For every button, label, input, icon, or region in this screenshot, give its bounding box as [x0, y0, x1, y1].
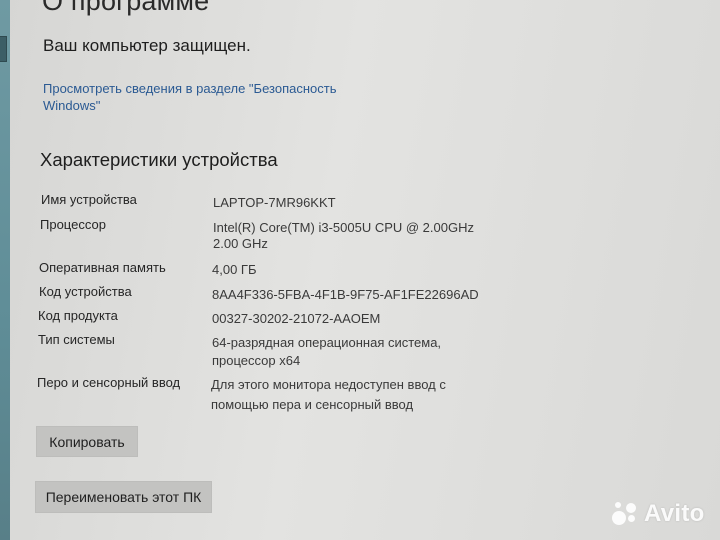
spec-label-product-id: Код продукта	[38, 308, 118, 323]
spec-value-product-id: 00327-30202-21072-AAOEM	[212, 311, 381, 326]
spec-value-pen-touch-2: помощью пера и сенсорный ввод	[211, 397, 414, 412]
window-left-edge	[0, 0, 10, 540]
spec-value-system-type-cpu: процессор x64	[212, 353, 301, 368]
page-title: О программе	[42, 0, 210, 16]
spec-label-device-id: Код устройства	[39, 284, 132, 299]
security-link[interactable]: Просмотреть сведения в разделе "Безопасн…	[43, 80, 363, 114]
spec-label-pen-touch: Перо и сенсорный ввод	[37, 375, 181, 390]
avito-watermark: Avito	[612, 500, 705, 528]
spec-label-device-name: Имя устройства	[41, 192, 137, 207]
protection-status: Ваш компьютер защищен.	[43, 36, 251, 55]
avito-logo-icon	[612, 501, 640, 527]
spec-value-device-name: LAPTOP-7MR96KKT	[213, 195, 336, 210]
window-edge-tab	[0, 36, 7, 62]
spec-label-ram: Оперативная память	[39, 260, 166, 275]
device-specs-title: Характеристики устройства	[40, 149, 278, 170]
spec-label-processor: Процессор	[40, 217, 106, 232]
spec-value-system-type: 64-разрядная операционная система,	[212, 335, 442, 350]
copy-button[interactable]: Копировать	[36, 426, 138, 457]
spec-value-device-id: 8AA4F336-5FBA-4F1B-9F75-AF1FE22696AD	[212, 287, 479, 302]
spec-value-pen-touch: Для этого монитора недоступен ввод с	[211, 377, 446, 392]
spec-value-processor-speed: 2.00 GHz	[213, 236, 268, 251]
rename-pc-button[interactable]: Переименовать этот ПК	[35, 481, 212, 513]
spec-value-ram: 4,00 ГБ	[212, 262, 257, 277]
avito-watermark-text: Avito	[644, 500, 705, 527]
spec-label-system-type: Тип системы	[38, 332, 115, 347]
